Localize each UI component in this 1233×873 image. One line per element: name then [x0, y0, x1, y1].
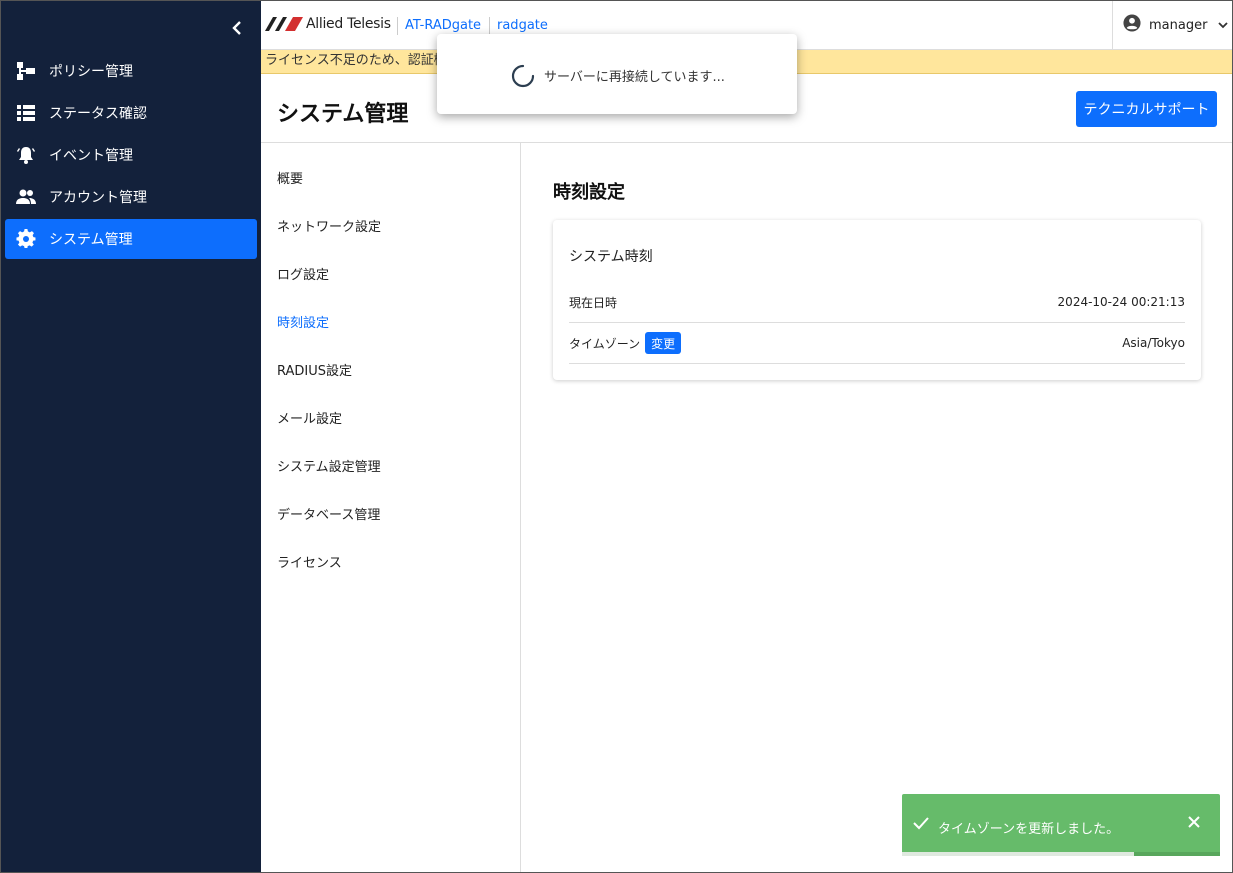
- check-icon: [913, 817, 929, 830]
- sidebar-item-status[interactable]: ステータス確認: [5, 93, 257, 133]
- toast-timer-bar: [902, 852, 1135, 856]
- toast-timer-track: [902, 852, 1220, 856]
- app-window: ポリシー管理 ステータス確認 イベント管理 アカウント管理 システム管理 All…: [0, 0, 1233, 873]
- subnav-item-system-config[interactable]: システム設定管理: [277, 456, 381, 475]
- timezone-value: Asia/Tokyo: [1122, 336, 1185, 350]
- allied-telesis-logo-icon: [265, 17, 303, 31]
- row-label: 現在日時: [569, 295, 618, 310]
- system-time-card: システム時刻 現在日時 2024-10-24 00:21:13 タイムゾーン 変…: [553, 220, 1201, 380]
- brand-name: Allied Telesis: [306, 16, 391, 32]
- list-icon: [15, 102, 37, 124]
- loading-spinner-icon: [511, 64, 535, 88]
- chevron-down-icon: [1218, 22, 1229, 29]
- subnav-item-time[interactable]: 時刻設定: [277, 312, 329, 331]
- toast-message: タイムゾーンを更新しました。: [938, 822, 1120, 837]
- sidebar-item-accounts[interactable]: アカウント管理: [5, 177, 257, 217]
- current-datetime-row: 現在日時 2024-10-24 00:21:13: [569, 282, 1185, 323]
- settings-subnav: 概要 ネットワーク設定 ログ設定 時刻設定 RADIUS設定 メール設定 システ…: [261, 143, 521, 872]
- gear-icon: [15, 228, 37, 250]
- chevron-left-icon: [232, 21, 241, 35]
- divider: [489, 17, 490, 35]
- change-timezone-button[interactable]: 変更: [645, 332, 682, 354]
- sidebar-item-system[interactable]: システム管理: [5, 219, 257, 259]
- subnav-item-database[interactable]: データベース管理: [277, 504, 380, 523]
- subnav-item-license[interactable]: ライセンス: [277, 552, 342, 571]
- main-content: 時刻設定 システム時刻 現在日時 2024-10-24 00:21:13 タイム…: [521, 143, 1232, 872]
- timezone-row: タイムゾーン 変更 Asia/Tokyo: [569, 323, 1185, 364]
- close-icon[interactable]: [1186, 814, 1202, 830]
- user-menu[interactable]: manager: [1112, 1, 1232, 49]
- sidebar-item-label: アカウント管理: [49, 190, 147, 206]
- reconnecting-dialog: サーバーに再接続しています...: [437, 34, 797, 114]
- product-link[interactable]: AT-RADgate: [405, 18, 481, 33]
- subnav-item-log[interactable]: ログ設定: [277, 264, 329, 283]
- subnav-item-radius[interactable]: RADIUS設定: [277, 360, 352, 379]
- success-toast: タイムゾーンを更新しました。: [902, 794, 1220, 856]
- user-avatar-icon: [1123, 14, 1141, 36]
- sidebar-item-label: システム管理: [49, 232, 133, 248]
- section-title: 時刻設定: [553, 182, 625, 203]
- sidebar-item-label: イベント管理: [49, 148, 133, 164]
- divider: [397, 17, 398, 35]
- subnav-item-overview[interactable]: 概要: [277, 168, 303, 187]
- sidebar-item-label: ポリシー管理: [49, 64, 133, 80]
- row-label: タイムゾーン: [569, 336, 641, 351]
- subnav-item-network[interactable]: ネットワーク設定: [277, 216, 381, 235]
- technical-support-button[interactable]: テクニカルサポート: [1076, 91, 1217, 127]
- row-label-wrap: タイムゾーン 変更: [569, 332, 682, 354]
- sidebar-item-events[interactable]: イベント管理: [5, 135, 257, 175]
- users-icon: [15, 186, 37, 208]
- collapse-sidebar-button[interactable]: [227, 18, 247, 38]
- card-title: システム時刻: [569, 249, 653, 265]
- reconnecting-message: サーバーに再接続しています...: [544, 70, 725, 85]
- sidebar-item-policy[interactable]: ポリシー管理: [5, 51, 257, 91]
- page-title: システム管理: [277, 102, 409, 127]
- sidebar-nav: ポリシー管理 ステータス確認 イベント管理 アカウント管理 システム管理: [5, 51, 257, 261]
- user-name: manager: [1149, 17, 1208, 33]
- current-datetime-value: 2024-10-24 00:21:13: [1057, 295, 1185, 309]
- sidebar: ポリシー管理 ステータス確認 イベント管理 アカウント管理 システム管理: [1, 1, 261, 872]
- sitemap-icon: [15, 60, 37, 82]
- bell-icon: [15, 144, 37, 166]
- brand-logo: Allied Telesis: [265, 16, 391, 32]
- subnav-item-mail[interactable]: メール設定: [277, 408, 342, 427]
- sidebar-item-label: ステータス確認: [49, 106, 147, 122]
- host-link[interactable]: radgate: [497, 18, 548, 33]
